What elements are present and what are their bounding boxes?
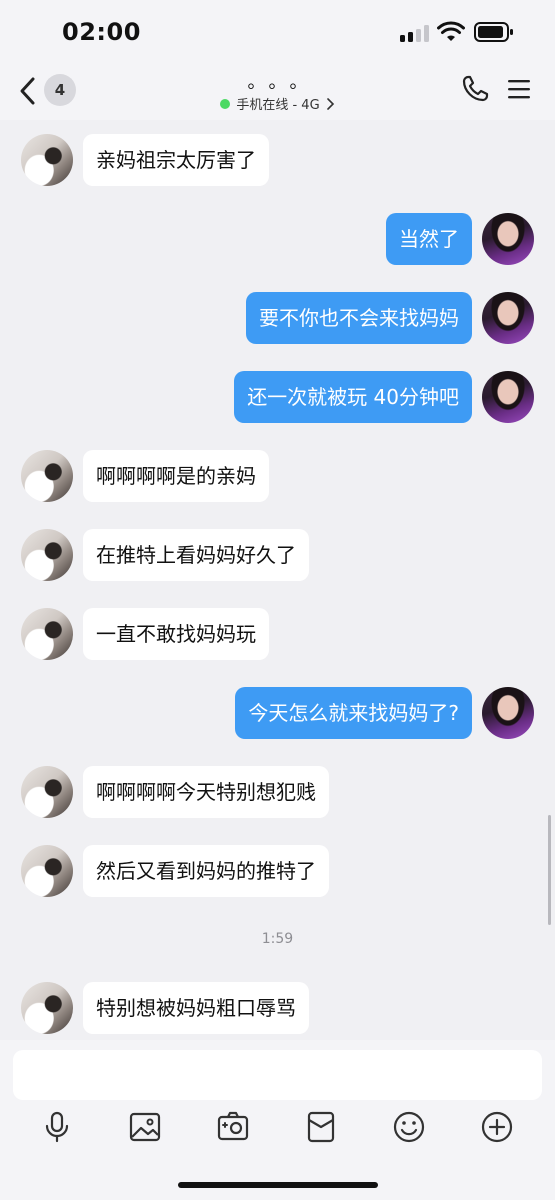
incoming-message[interactable]: 一直不敢找妈妈玩 — [83, 608, 269, 660]
my-avatar[interactable] — [482, 687, 534, 739]
wifi-icon — [437, 21, 465, 41]
home-indicator[interactable] — [178, 1182, 378, 1188]
contact-avatar[interactable] — [21, 134, 73, 186]
incoming-message[interactable]: 特别想被妈妈粗口辱骂 — [83, 982, 309, 1034]
camera-icon[interactable] — [216, 1110, 250, 1144]
contact-avatar[interactable] — [21, 982, 73, 1034]
outgoing-message[interactable]: 当然了 — [386, 213, 472, 265]
outgoing-message[interactable]: 还一次就被玩 40分钟吧 — [234, 371, 472, 423]
incoming-message[interactable]: 亲妈祖宗太厉害了 — [83, 134, 269, 186]
image-icon[interactable] — [128, 1110, 162, 1144]
status-time: 02:00 — [62, 18, 141, 46]
incoming-message[interactable]: 在推特上看妈妈好久了 — [83, 529, 309, 581]
message-input[interactable] — [13, 1050, 542, 1100]
incoming-message[interactable]: 啊啊啊啊今天特别想犯贱 — [83, 766, 329, 818]
timestamp-divider: 1:59 — [261, 931, 294, 947]
scrollbar[interactable] — [548, 815, 551, 925]
status-bar: 02:00 — [0, 0, 555, 62]
plus-icon[interactable] — [480, 1110, 514, 1144]
menu-button[interactable] — [506, 78, 532, 100]
my-avatar[interactable] — [482, 371, 534, 423]
microphone-icon[interactable] — [40, 1110, 74, 1144]
phone-call-button[interactable] — [460, 74, 490, 104]
contact-avatar[interactable] — [21, 766, 73, 818]
incoming-message[interactable]: 啊啊啊啊是的亲妈 — [83, 450, 269, 502]
online-dot-icon — [220, 98, 231, 109]
input-bar — [0, 1040, 555, 1200]
online-status-text: 手机在线 - 4G — [236, 98, 320, 113]
my-avatar[interactable] — [482, 213, 534, 265]
red-packet-icon[interactable] — [304, 1110, 338, 1144]
incoming-message[interactable]: 然后又看到妈妈的推特了 — [83, 845, 329, 897]
battery-icon — [474, 22, 513, 42]
my-avatar[interactable] — [482, 292, 534, 344]
emoji-icon[interactable] — [392, 1110, 426, 1144]
contact-avatar[interactable] — [21, 450, 73, 502]
outgoing-message[interactable]: 要不你也不会来找妈妈 — [246, 292, 472, 344]
chevron-right-icon — [326, 97, 334, 110]
contact-avatar[interactable] — [21, 608, 73, 660]
chat-header: 4 。。。 手机在线 - 4G — [0, 62, 555, 120]
contact-avatar[interactable] — [21, 529, 73, 581]
outgoing-message[interactable]: 今天怎么就来找妈妈了? — [235, 687, 472, 739]
contact-avatar[interactable] — [21, 845, 73, 897]
message-list[interactable]: 亲妈祖宗太厉害了 当然了 要不你也不会来找妈妈 还一次就被玩 40分钟吧 啊啊啊… — [0, 120, 555, 1040]
cellular-signal-icon — [400, 24, 430, 42]
